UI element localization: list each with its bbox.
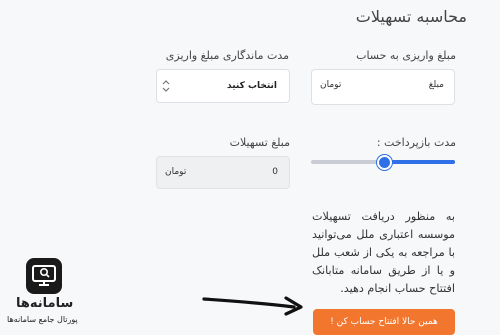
duration-select[interactable]: انتخاب کنید <box>156 69 290 103</box>
deposit-unit: تومان <box>320 80 342 90</box>
slider-thumb[interactable] <box>377 155 392 170</box>
repayment-label: مدت بازپرداخت : <box>376 136 456 149</box>
page-title: محاسبه تسهیلات <box>355 7 467 26</box>
open-account-button[interactable]: همین حالا افتتاح حساب کن ! <box>313 309 455 335</box>
slider-fill <box>383 160 455 164</box>
loan-label: مبلغ تسهیلات <box>229 136 290 149</box>
logo-brand: سامانه‌ها <box>16 296 74 311</box>
repayment-slider[interactable] <box>311 155 455 170</box>
chevron-updown-icon <box>162 79 170 96</box>
deposit-prefix: مبلغ <box>428 80 444 90</box>
duration-selected: انتخاب کنید <box>227 81 277 91</box>
arrow-icon <box>202 296 303 316</box>
logo-icon <box>26 258 62 294</box>
duration-label: مدت ماندگاری مبلغ واریزی <box>165 49 289 62</box>
logo-tagline: پورتال جامع سامانه‌ها <box>7 315 78 324</box>
deposit-input[interactable]: مبلغ تومان <box>311 69 455 105</box>
loan-value: 0 <box>272 167 278 177</box>
loan-output: 0 تومان <box>156 156 290 189</box>
info-text: به منظور دریافت تسهیلات موسسه اعتباری مل… <box>312 210 455 295</box>
loan-unit: تومان <box>165 167 187 177</box>
deposit-label: مبلغ واریزی به حساب <box>356 49 456 62</box>
